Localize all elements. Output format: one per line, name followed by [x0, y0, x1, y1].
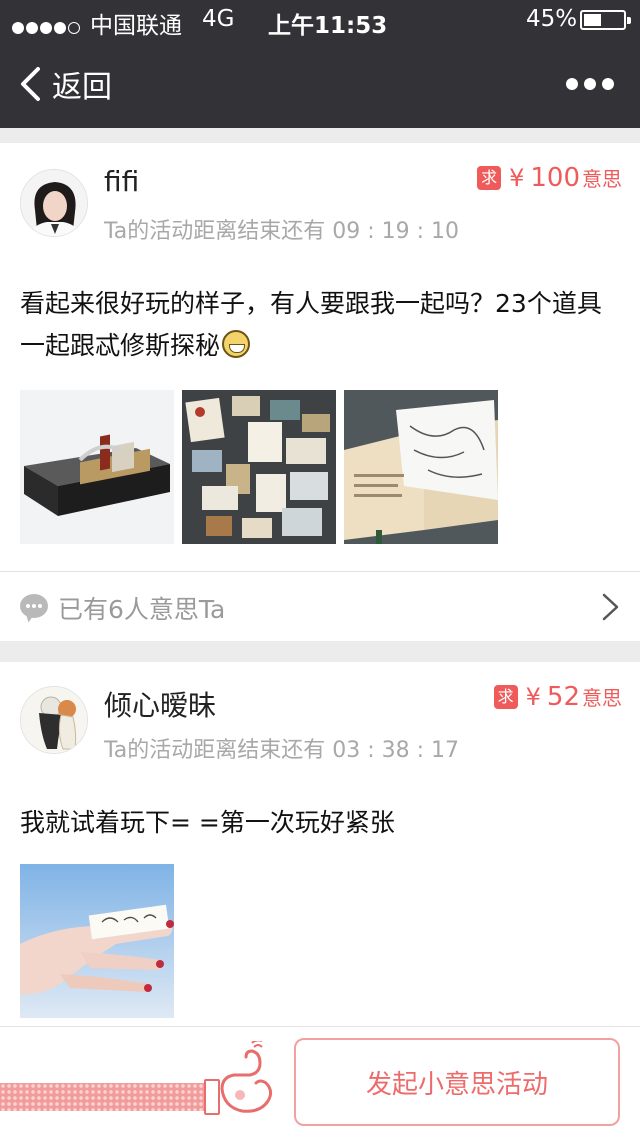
post-text: 我就试着玩下= =第一次玩好紧张 [20, 808, 395, 837]
reward-amount: 100 [530, 163, 580, 193]
battery-icon [580, 10, 631, 30]
battery-percent: 45% [526, 6, 578, 32]
post-card[interactable]: fifi Ta的活动距离结束还有 09 : 19 : 10 求 ¥ 100 意思… [0, 143, 640, 641]
comment-summary-text: 已有6人意思Ta [58, 595, 226, 624]
post-image[interactable] [182, 390, 336, 544]
carrier-label: 中国联通 [90, 13, 182, 39]
reward-badge: 求 ¥ 52 意思 [493, 682, 622, 712]
request-tag-icon: 求 [477, 166, 502, 190]
avatar[interactable] [20, 169, 88, 237]
currency-symbol: ¥ [509, 164, 525, 192]
post-image[interactable] [344, 390, 498, 544]
reward-unit: 意思 [582, 686, 622, 710]
post-image[interactable] [20, 864, 174, 1018]
username[interactable]: 倾心暧昧 [104, 684, 216, 724]
signal-strength-icon [12, 14, 82, 40]
reward-badge: 求 ¥ 100 意思 [477, 163, 622, 193]
more-icon[interactable] [566, 74, 614, 94]
request-tag-icon: 求 [493, 685, 518, 709]
comment-bubble-icon [20, 594, 48, 618]
network-type: 4G [202, 6, 235, 32]
grin-emoji-icon [222, 330, 251, 358]
chevron-left-icon [21, 67, 40, 101]
currency-symbol: ¥ [525, 683, 541, 711]
chevron-right-icon [602, 593, 619, 621]
bottom-action-bar: 发起小意思活动 [0, 1026, 640, 1136]
status-bar: 中国联通 4G 上午11:53 45% [0, 0, 640, 40]
reward-unit: 意思 [582, 167, 622, 191]
avatar[interactable] [20, 686, 88, 754]
back-button[interactable]: 返回 [18, 62, 112, 106]
back-label: 返回 [52, 70, 112, 105]
countdown-text: Ta的活动距离结束还有 09 : 19 : 10 [104, 219, 460, 244]
status-time: 上午11:53 [268, 13, 388, 39]
post-card[interactable]: 倾心暧昧 Ta的活动距离结束还有 03 : 38 : 17 求 ¥ 52 意思 … [0, 662, 640, 1032]
post-text: 看起来很好玩的样子，有人要跟我一起吗？23个道具一起跟忒修斯探秘 [20, 283, 620, 367]
sleeve-decoration [0, 1083, 212, 1111]
post-image[interactable] [20, 390, 174, 544]
reward-amount: 52 [546, 682, 580, 712]
post-text-content: 看起来很好玩的样子，有人要跟我一起吗？23个道具一起跟忒修斯探秘 [20, 289, 602, 360]
comment-summary-row[interactable]: 已有6人意思Ta [0, 571, 640, 641]
nav-bar: 返回 [0, 40, 640, 128]
username[interactable]: fifi [104, 165, 139, 198]
pointing-hand-icon [220, 1041, 273, 1113]
countdown-text: Ta的活动距离结束还有 03 : 38 : 17 [104, 738, 460, 763]
start-activity-button[interactable]: 发起小意思活动 [294, 1038, 620, 1126]
